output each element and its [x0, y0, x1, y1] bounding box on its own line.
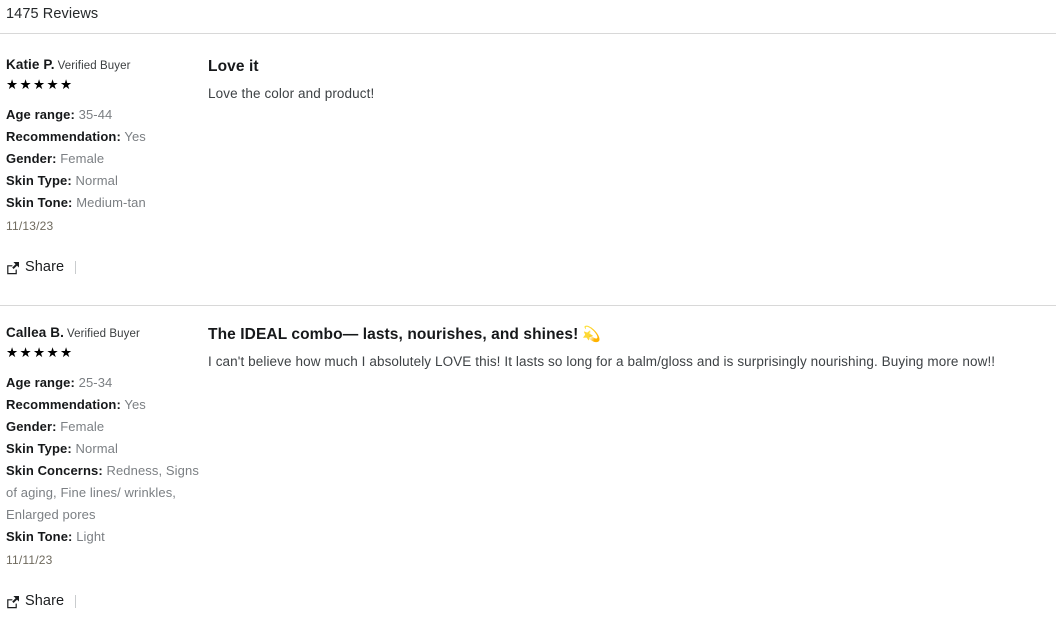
meta-value: 25-34 [78, 375, 113, 390]
share-icon [6, 595, 20, 609]
review-date: 11/11/23 [6, 553, 53, 567]
meta-value: 35-44 [78, 107, 113, 122]
reviews-count: 1475 Reviews [6, 6, 99, 22]
review-meta-column: Katie P. Verified Buyer ★★★★★ Age range: … [6, 56, 208, 277]
meta-label: Skin Concerns: [6, 463, 103, 478]
meta-row-gender: Gender: Female [6, 148, 208, 170]
verified-buyer-badge: Verified Buyer [57, 60, 131, 72]
verified-buyer-badge: Verified Buyer [66, 328, 140, 340]
reviewer-line: Callea B. Verified Buyer [6, 324, 208, 343]
review-meta-column: Callea B. Verified Buyer ★★★★★ Age range:… [6, 324, 208, 611]
share-icon [6, 261, 20, 275]
reviewer-line: Katie P. Verified Buyer [6, 56, 208, 75]
review-text: I can't believe how much I absolutely LO… [208, 354, 996, 369]
meta-label: Recommendation: [6, 397, 121, 412]
meta-row-skin-type: Skin Type: Normal [6, 438, 208, 460]
reviewer-name: Katie P. [6, 57, 55, 72]
meta-label: Recommendation: [6, 129, 121, 144]
share-button[interactable]: Share [6, 258, 64, 276]
meta-value: Female [60, 151, 105, 166]
meta-label: Gender: [6, 151, 57, 166]
share-label: Share [25, 259, 65, 275]
review-item: Katie P. Verified Buyer ★★★★★ Age range: … [0, 34, 1056, 277]
meta-label: Skin Type: [6, 441, 72, 456]
share-row: Share [6, 257, 208, 277]
reviewer-name: Callea B. [6, 325, 64, 340]
review-title: The IDEAL combo— lasts, nourishes, and s… [208, 324, 1056, 345]
meta-value: Yes [124, 129, 146, 144]
meta-row-recommendation: Recommendation: Yes [6, 394, 208, 416]
review-title-text: The IDEAL combo— lasts, nourishes, and s… [208, 326, 579, 343]
meta-label: Skin Tone: [6, 529, 73, 544]
reviews-section: 1475 Reviews Katie P. Verified Buyer ★★★★… [0, 0, 1056, 611]
review-date: 11/13/23 [6, 219, 54, 233]
meta-label: Skin Tone: [6, 195, 73, 210]
meta-row-skin-tone: Skin Tone: Light [6, 526, 208, 548]
share-row: Share [6, 591, 208, 611]
meta-label: Gender: [6, 419, 57, 434]
meta-value: Normal [75, 441, 118, 456]
meta-row-skin-concerns: Skin Concerns: Redness, Signs of aging, … [6, 460, 208, 526]
review-body-column: Love it Love the color and product! [208, 56, 1056, 103]
meta-row-age-range: Age range: 25-34 [6, 372, 208, 394]
review-title: Love it [208, 56, 1056, 77]
meta-row-skin-type: Skin Type: Normal [6, 170, 208, 192]
review-text: Love the color and product! [208, 86, 375, 101]
meta-row-age-range: Age range: 35-44 [6, 104, 208, 126]
review-title-text: Love it [208, 58, 259, 75]
meta-row-skin-tone: Skin Tone: Medium-tan [6, 192, 208, 214]
share-label: Share [25, 593, 65, 609]
share-button[interactable]: Share [6, 592, 64, 610]
share-separator [75, 594, 77, 608]
meta-label: Skin Type: [6, 173, 72, 188]
meta-value: Light [76, 529, 105, 544]
star-rating: ★★★★★ [6, 345, 74, 360]
meta-row-gender: Gender: Female [6, 416, 208, 438]
review-body-column: The IDEAL combo— lasts, nourishes, and s… [208, 324, 1056, 371]
meta-value: Female [60, 419, 105, 434]
review-item: Callea B. Verified Buyer ★★★★★ Age range:… [0, 306, 1056, 611]
share-separator [75, 260, 77, 274]
star-rating: ★★★★★ [6, 77, 74, 92]
sparkle-emoji: 💫 [582, 326, 602, 343]
meta-label: Age range: [6, 107, 75, 122]
meta-value: Yes [124, 397, 146, 412]
meta-value: Medium-tan [76, 195, 146, 210]
meta-label: Age range: [6, 375, 75, 390]
meta-row-recommendation: Recommendation: Yes [6, 126, 208, 148]
meta-value: Normal [75, 173, 118, 188]
